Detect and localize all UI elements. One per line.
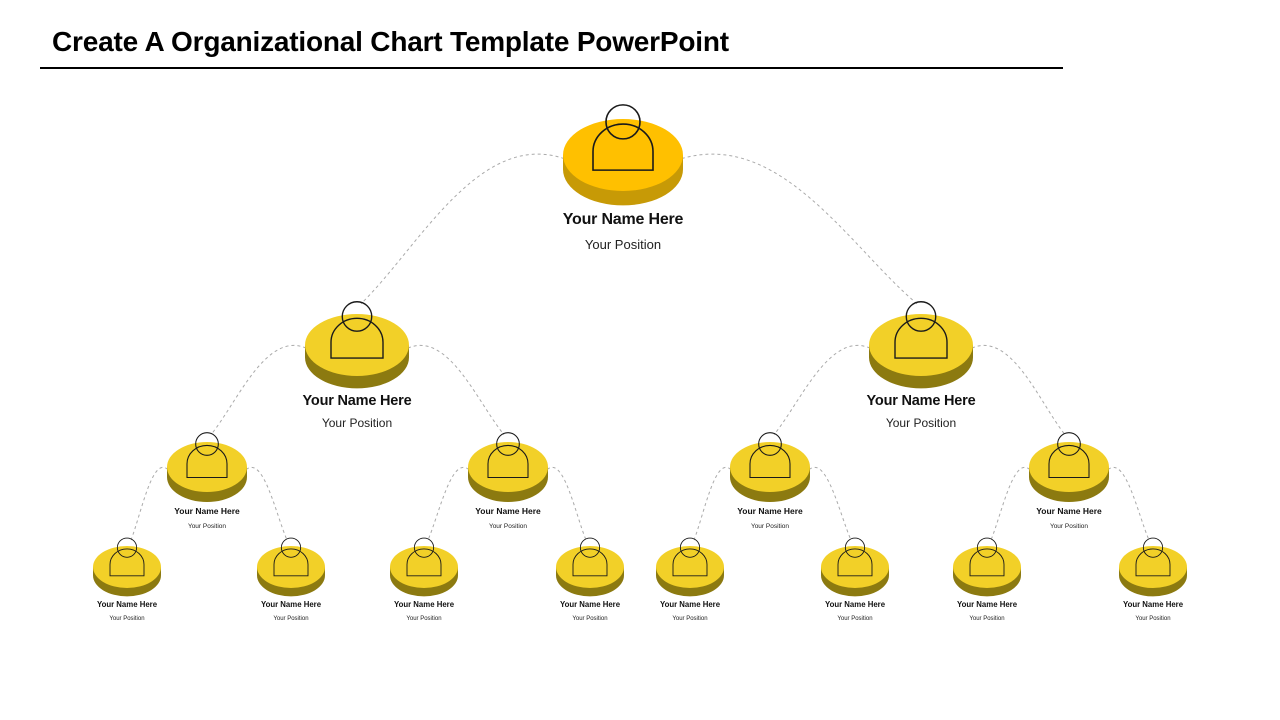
node-avatar-badge[interactable] xyxy=(726,412,814,502)
org-node[interactable]: Your Name Here Your Position xyxy=(726,412,814,530)
node-name-label: Your Name Here xyxy=(1122,600,1184,610)
node-avatar-badge[interactable] xyxy=(559,89,687,206)
node-avatar-badge[interactable] xyxy=(652,516,728,597)
node-position-label: Your Position xyxy=(672,616,708,623)
node-name-label: Your Name Here xyxy=(96,600,158,610)
node-position-label: Your Position xyxy=(406,616,442,623)
node-position-label: Your Position xyxy=(885,416,957,431)
node-disc xyxy=(1119,545,1187,588)
node-position-label: Your Position xyxy=(187,522,227,530)
node-disc xyxy=(556,545,624,588)
org-node[interactable]: Your Name Here Your Position xyxy=(89,516,165,623)
node-name-label: Your Name Here xyxy=(866,393,976,410)
node-position-label: Your Position xyxy=(969,616,1005,623)
node-position-label: Your Position xyxy=(584,236,662,252)
node-avatar-badge[interactable] xyxy=(817,516,893,597)
node-name-label: Your Name Here xyxy=(302,393,412,410)
node-disc xyxy=(390,545,458,588)
node-disc xyxy=(730,442,810,492)
node-disc xyxy=(257,545,325,588)
node-disc xyxy=(468,442,548,492)
org-node[interactable]: Your Name Here Your Position xyxy=(817,516,893,623)
node-avatar-badge[interactable] xyxy=(301,284,413,389)
node-name-label: Your Name Here xyxy=(260,600,322,610)
node-avatar-badge[interactable] xyxy=(253,516,329,597)
node-position-label: Your Position xyxy=(1135,616,1171,623)
node-position-label: Your Position xyxy=(488,522,528,530)
node-position-label: Your Position xyxy=(572,616,608,623)
node-name-label: Your Name Here xyxy=(824,600,886,610)
node-disc xyxy=(869,313,973,376)
org-node[interactable]: Your Name Here Your Position xyxy=(386,516,462,623)
node-name-label: Your Name Here xyxy=(393,600,455,610)
node-disc xyxy=(953,545,1021,588)
node-disc xyxy=(1029,442,1109,492)
node-position-label: Your Position xyxy=(1049,522,1089,530)
node-disc xyxy=(93,545,161,588)
node-avatar-badge[interactable] xyxy=(163,412,251,502)
org-node[interactable]: Your Name Here Your Position xyxy=(464,412,552,530)
node-avatar-badge[interactable] xyxy=(464,412,552,502)
node-disc xyxy=(656,545,724,588)
node-avatar-badge[interactable] xyxy=(949,516,1025,597)
node-avatar-badge[interactable] xyxy=(1025,412,1113,502)
node-name-label: Your Name Here xyxy=(559,600,621,610)
node-position-label: Your Position xyxy=(750,522,790,530)
node-avatar-badge[interactable] xyxy=(89,516,165,597)
org-chart-canvas: Create A Organizational Chart Template P… xyxy=(0,0,1280,720)
node-name-label: Your Name Here xyxy=(659,600,721,610)
org-node[interactable]: Your Name Here Your Position xyxy=(253,516,329,623)
node-position-label: Your Position xyxy=(837,616,873,623)
node-name-label: Your Name Here xyxy=(1036,506,1102,516)
node-name-label: Your Name Here xyxy=(562,211,684,229)
node-position-label: Your Position xyxy=(109,616,145,623)
org-node[interactable]: Your Name Here Your Position xyxy=(1115,516,1191,623)
org-node[interactable]: Your Name Here Your Position xyxy=(652,516,728,623)
node-avatar-badge[interactable] xyxy=(386,516,462,597)
node-avatar-badge[interactable] xyxy=(865,284,977,389)
node-name-label: Your Name Here xyxy=(956,600,1018,610)
node-name-label: Your Name Here xyxy=(475,506,541,516)
node-disc xyxy=(821,545,889,588)
org-node[interactable]: Your Name Here Your Position xyxy=(1025,412,1113,530)
org-node[interactable]: Your Name Here Your Position xyxy=(559,89,687,253)
org-node[interactable]: Your Name Here Your Position xyxy=(865,284,977,431)
node-name-label: Your Name Here xyxy=(174,506,240,516)
node-name-label: Your Name Here xyxy=(737,506,803,516)
node-avatar-badge[interactable] xyxy=(1115,516,1191,597)
org-node[interactable]: Your Name Here Your Position xyxy=(301,284,413,431)
node-avatar-badge[interactable] xyxy=(552,516,628,597)
node-position-label: Your Position xyxy=(321,416,393,431)
org-node[interactable]: Your Name Here Your Position xyxy=(163,412,251,530)
node-position-label: Your Position xyxy=(273,616,309,623)
org-node[interactable]: Your Name Here Your Position xyxy=(949,516,1025,623)
node-disc xyxy=(305,313,409,376)
node-disc xyxy=(563,118,683,191)
node-disc xyxy=(167,442,247,492)
org-node[interactable]: Your Name Here Your Position xyxy=(552,516,628,623)
node-layer: Your Name Here Your Position Your Name Her… xyxy=(0,0,1280,720)
